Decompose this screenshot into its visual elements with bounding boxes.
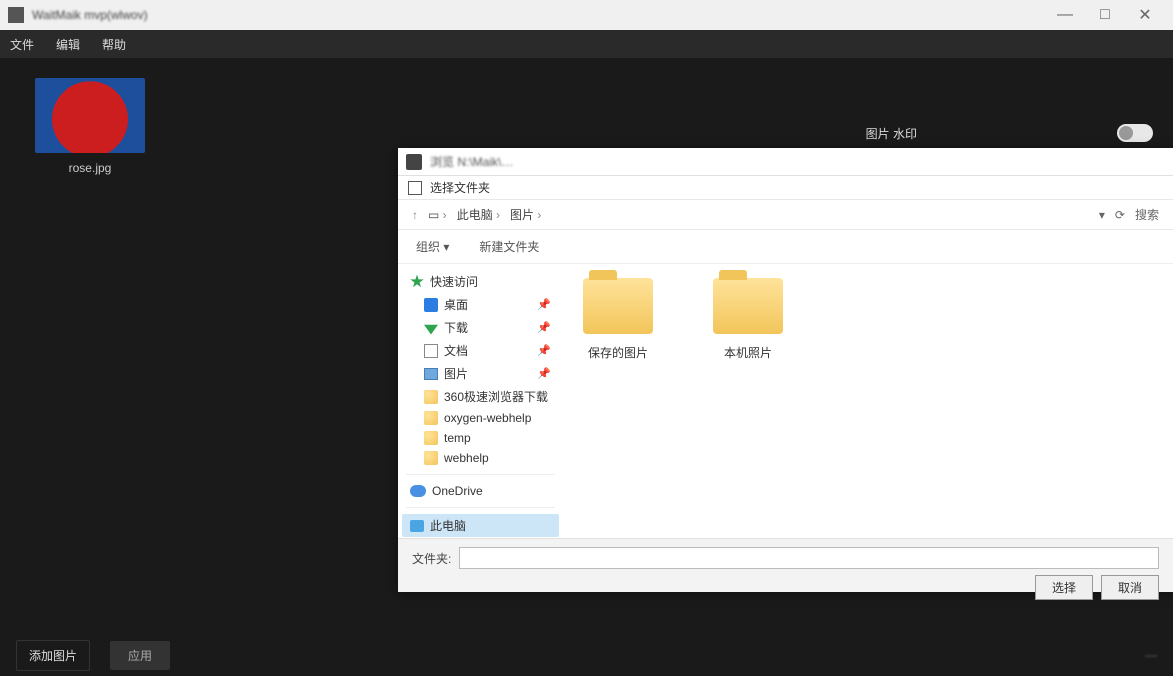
foldername-label: 文件夹:: [412, 550, 451, 567]
tree-folder-temp[interactable]: temp: [402, 428, 559, 448]
refresh-icon[interactable]: ⟳: [1115, 208, 1125, 222]
picker-title-text: 浏览 N:\Maik\…: [430, 153, 513, 170]
folder-icon: [424, 431, 438, 445]
tree-folder-webhelp[interactable]: webhelp: [402, 448, 559, 468]
thumbnail[interactable]: rose.jpg: [20, 78, 160, 175]
add-image-button[interactable]: 添加图片: [16, 640, 90, 671]
app-title: WaitMaik mvp(wlwov): [32, 8, 1045, 22]
download-icon: [424, 321, 438, 335]
folder-icon: [424, 390, 438, 404]
tree-onedrive[interactable]: OneDrive: [402, 481, 559, 501]
star-icon: [410, 275, 424, 289]
tree-quick-access[interactable]: 快速访问: [402, 270, 559, 293]
picker-tree: 快速访问 桌面📌 下载📌 文档📌 图片📌 360极速浏览器下载 oxygen-w…: [398, 264, 563, 538]
tree-pictures[interactable]: 图片📌: [402, 362, 559, 385]
folder-icon: [424, 451, 438, 465]
tree-documents[interactable]: 文档📌: [402, 339, 559, 362]
cancel-button[interactable]: 取消: [1101, 575, 1159, 600]
app-content: rose.jpg 图片 水印 浏览 N:\Maik\… 选择文件夹 ↑ ▭ 此电…: [0, 58, 1173, 634]
footer-status: —: [1145, 648, 1157, 662]
organize-button[interactable]: 组织 ▾: [416, 238, 449, 255]
menu-help[interactable]: 帮助: [102, 36, 126, 53]
picker-subtitle-row: 选择文件夹: [398, 176, 1173, 200]
app-menubar: 文件 编辑 帮助: [0, 30, 1173, 58]
new-folder-button[interactable]: 新建文件夹: [479, 238, 539, 255]
folder-label: 本机照片: [703, 344, 793, 361]
pin-icon: 📌: [537, 298, 551, 311]
folder-item-saved-pictures[interactable]: 保存的图片: [573, 278, 663, 361]
app-titlebar: WaitMaik mvp(wlwov) — □ ✕: [0, 0, 1173, 30]
window-close-button[interactable]: ✕: [1125, 5, 1165, 25]
pin-icon: 📌: [537, 321, 551, 334]
watermark-toggle-row: 图片 水印: [866, 124, 1153, 142]
pin-icon: 📌: [537, 344, 551, 357]
picker-sub-icon: [408, 181, 422, 195]
tree-downloads[interactable]: 下载📌: [402, 316, 559, 339]
desktop-icon: [424, 298, 438, 312]
picture-icon: [424, 368, 438, 380]
pc-icon: [410, 520, 424, 532]
app-icon: [8, 7, 24, 23]
pin-icon: 📌: [537, 367, 551, 380]
breadcrumb-root[interactable]: ▭: [428, 208, 447, 222]
watermark-toggle-label: 图片 水印: [866, 125, 917, 142]
picker-title-icon: [406, 154, 422, 170]
folder-pane: 保存的图片 本机照片: [563, 264, 1173, 538]
thumbnail-label: rose.jpg: [20, 161, 160, 175]
folder-item-camera-roll[interactable]: 本机照片: [703, 278, 793, 361]
folder-icon: [424, 411, 438, 425]
tree-folder-360[interactable]: 360极速浏览器下载: [402, 385, 559, 408]
picker-toolbar: 组织 ▾ 新建文件夹: [398, 230, 1173, 264]
menu-file[interactable]: 文件: [10, 36, 34, 53]
apply-button[interactable]: 应用: [110, 641, 170, 670]
breadcrumb-pictures[interactable]: 图片: [510, 206, 541, 223]
folder-icon: [713, 278, 783, 334]
breadcrumb-thispc[interactable]: 此电脑: [457, 206, 500, 223]
app-footer: 添加图片 应用 —: [0, 634, 1173, 676]
foldername-input[interactable]: [459, 547, 1159, 569]
picker-subtitle: 选择文件夹: [430, 179, 490, 196]
tree-desktop[interactable]: 桌面📌: [402, 293, 559, 316]
thumbnail-image: [35, 78, 145, 153]
document-icon: [424, 344, 438, 358]
breadcrumb-dropdown-icon[interactable]: ▾: [1099, 208, 1105, 222]
picker-titlebar: 浏览 N:\Maik\…: [398, 148, 1173, 176]
select-folder-button[interactable]: 选择: [1035, 575, 1093, 600]
nav-up-icon[interactable]: ↑: [412, 208, 418, 222]
search-label[interactable]: 搜索: [1135, 206, 1159, 223]
tree-thispc[interactable]: 此电脑: [402, 514, 559, 537]
window-maximize-button[interactable]: □: [1085, 6, 1125, 24]
menu-edit[interactable]: 编辑: [56, 36, 80, 53]
picker-footer: 文件夹: 选择 取消: [398, 538, 1173, 592]
cloud-icon: [410, 485, 426, 497]
folder-icon: [583, 278, 653, 334]
watermark-toggle[interactable]: [1117, 124, 1153, 142]
picker-breadcrumb: ↑ ▭ 此电脑 图片 ▾ ⟳ 搜索: [398, 200, 1173, 230]
tree-folder-oxygen[interactable]: oxygen-webhelp: [402, 408, 559, 428]
window-minimize-button[interactable]: —: [1045, 6, 1085, 24]
picker-body: 快速访问 桌面📌 下载📌 文档📌 图片📌 360极速浏览器下载 oxygen-w…: [398, 264, 1173, 538]
folder-picker-dialog: 浏览 N:\Maik\… 选择文件夹 ↑ ▭ 此电脑 图片 ▾ ⟳ 搜索 组织 …: [398, 148, 1173, 592]
folder-label: 保存的图片: [573, 344, 663, 361]
